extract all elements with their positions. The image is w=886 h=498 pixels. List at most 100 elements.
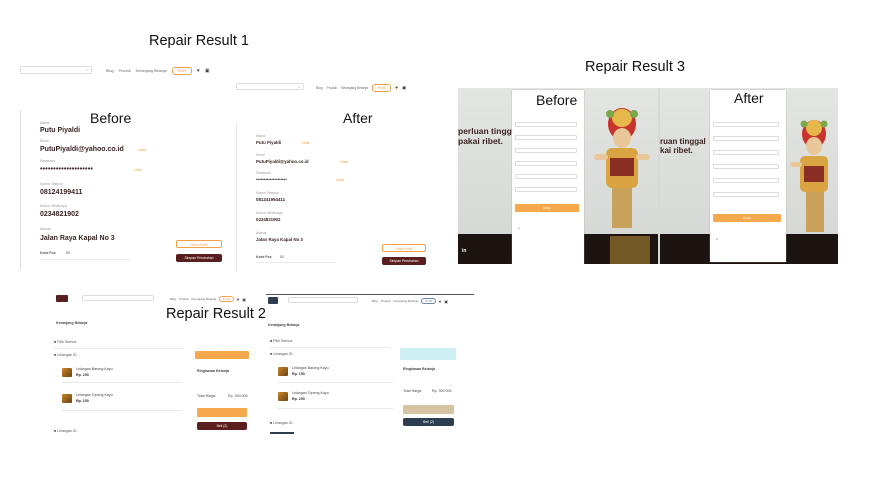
cart-icon[interactable]: ▣ bbox=[402, 85, 406, 91]
total-label: Total Harga bbox=[403, 389, 422, 393]
product-image-2[interactable] bbox=[62, 394, 72, 403]
nav-keranjang[interactable]: Keranjang Belanja bbox=[136, 69, 167, 73]
nav-blog[interactable]: Blog bbox=[316, 86, 323, 90]
store-row-2[interactable]: ■ Lelangan ID bbox=[270, 421, 293, 426]
form-field-6[interactable] bbox=[515, 187, 577, 192]
password-change-link[interactable]: Ubah bbox=[134, 168, 142, 172]
address-label: Alamat bbox=[40, 227, 51, 231]
product-name-1[interactable]: Lelangan Barong Kayu bbox=[76, 367, 113, 372]
profile-button[interactable]: Profil bbox=[372, 83, 392, 92]
nav-produk[interactable]: Produk bbox=[381, 299, 391, 303]
password-value: •••••••••••••••••••• bbox=[256, 177, 287, 182]
store-row[interactable]: ■ Lelangan ID bbox=[270, 352, 293, 357]
search-input[interactable]: ⌕ bbox=[20, 66, 92, 74]
r3-before-footer-text: in bbox=[462, 248, 467, 254]
voucher-button[interactable] bbox=[403, 405, 454, 414]
summary-title: Ringkasan Belanja bbox=[197, 369, 229, 373]
save-changes-button[interactable]: Simpan Perubahan bbox=[176, 254, 222, 262]
product-image-1[interactable] bbox=[278, 367, 288, 376]
product-price-2: Rp. 150 bbox=[292, 397, 305, 401]
edit-profile-button[interactable]: Ubah Profil bbox=[176, 240, 222, 248]
product-name-1[interactable]: Lelangan Barong Kayu bbox=[292, 366, 329, 371]
form-field-1[interactable] bbox=[713, 122, 779, 127]
postal-label: Kode Pos bbox=[256, 255, 272, 259]
form-field-3[interactable] bbox=[515, 148, 577, 153]
search-icon: ⌕ bbox=[85, 68, 88, 72]
promo-banner[interactable] bbox=[400, 348, 456, 360]
email-change-link[interactable]: Ubah bbox=[138, 148, 146, 152]
nav-bar: Blog Produk Keranjang Belanja Profil ♥ ▣ bbox=[316, 83, 406, 92]
form-field-4[interactable] bbox=[515, 161, 577, 166]
promo-banner[interactable] bbox=[195, 351, 249, 359]
form-field-2[interactable] bbox=[713, 136, 779, 141]
password-change-link[interactable]: Ubah bbox=[336, 178, 344, 182]
product-price-2: Rp. 150 bbox=[76, 399, 89, 403]
cart-icon[interactable]: ▣ bbox=[242, 297, 246, 302]
select-all-checkbox[interactable]: ■ Pilih Semua bbox=[54, 340, 77, 345]
profile-button[interactable]: Profil bbox=[171, 67, 192, 75]
search-input[interactable] bbox=[82, 295, 154, 301]
product-image-1[interactable] bbox=[62, 368, 72, 377]
name-value: Putu Piyaldi bbox=[40, 127, 81, 134]
name-change-link[interactable]: Ubah bbox=[302, 141, 310, 145]
logo bbox=[268, 297, 278, 304]
register-button[interactable]: Daftar bbox=[515, 204, 579, 212]
form-field-4[interactable] bbox=[713, 164, 779, 169]
heart-icon[interactable]: ♥ bbox=[395, 85, 398, 90]
form-field-6[interactable] bbox=[713, 192, 779, 197]
email-value: PutuPiyaldi@yahoo.co.id bbox=[256, 159, 309, 164]
nav-keranjang[interactable]: Keranjang Belanja bbox=[394, 299, 419, 303]
store-row[interactable]: ■ Lelangan ID bbox=[54, 353, 77, 358]
save-changes-button[interactable]: Simpan Perubahan bbox=[382, 257, 426, 265]
edit-profile-button[interactable]: Ubah Profil bbox=[382, 244, 426, 252]
register-button[interactable]: Daftar bbox=[713, 214, 781, 222]
heart-icon[interactable]: ♥ bbox=[237, 297, 239, 302]
profile-button[interactable]: Profil bbox=[219, 296, 234, 302]
cart-icon[interactable]: ▣ bbox=[205, 68, 210, 74]
r3-after-hero-text: ruan tinggal kai ribet. bbox=[660, 137, 706, 156]
divider bbox=[270, 347, 390, 348]
nav-bar: Blog Produk Keranjang Belanja Profil ♥ ▣ bbox=[372, 298, 448, 304]
search-input[interactable]: ⌕ bbox=[236, 83, 304, 90]
whatsapp-label: Nomor WhatsApp bbox=[256, 211, 283, 215]
select-all-label: Pilih Semua bbox=[57, 340, 77, 344]
left-divider bbox=[20, 110, 22, 270]
name-label: Nama bbox=[40, 121, 50, 125]
product-name-2[interactable]: Lelangan Topeng Kayu bbox=[292, 391, 329, 396]
nav-produk[interactable]: Produk bbox=[179, 297, 189, 301]
form-field-1[interactable] bbox=[515, 122, 577, 127]
checkout-button[interactable]: Beli (2) bbox=[197, 422, 247, 430]
form-field-3[interactable] bbox=[713, 150, 779, 155]
search-input[interactable] bbox=[288, 297, 358, 303]
form-footer-icon: ● bbox=[716, 237, 718, 241]
phone-label: Nomor Telepon bbox=[256, 191, 279, 195]
phone-label: Nomor Telepon bbox=[40, 182, 63, 186]
nav-blog[interactable]: Blog bbox=[170, 297, 176, 301]
form-field-5[interactable] bbox=[713, 178, 779, 183]
voucher-button[interactable] bbox=[197, 408, 247, 417]
nav-keranjang[interactable]: Keranjang Belanja bbox=[341, 86, 368, 90]
r2-after-screenshot: Blog Produk Keranjang Belanja Profil ♥ ▣… bbox=[266, 294, 474, 442]
heart-icon[interactable]: ♥ bbox=[197, 68, 200, 74]
cart-icon[interactable]: ▣ bbox=[444, 299, 448, 304]
heart-icon[interactable]: ♥ bbox=[439, 299, 441, 304]
product-image-2[interactable] bbox=[278, 392, 288, 401]
nav-blog[interactable]: Blog bbox=[106, 69, 114, 73]
store-row-2[interactable]: ■ Lelangan ID bbox=[54, 429, 77, 434]
nav-keranjang[interactable]: Keranjang Belanja bbox=[192, 297, 217, 301]
email-change-link[interactable]: Ubah bbox=[340, 160, 348, 164]
total-value: Rp. 300.000 bbox=[228, 394, 248, 398]
form-field-2[interactable] bbox=[515, 135, 577, 140]
profile-button[interactable]: Profil bbox=[421, 298, 436, 304]
summary-title: Ringkasan Belanja bbox=[403, 367, 435, 371]
nav-produk[interactable]: Produk bbox=[119, 69, 131, 73]
address-value: Jalan Raya Kapal No 3 bbox=[256, 237, 303, 242]
nav-produk[interactable]: Produk bbox=[327, 86, 337, 90]
nav-blog[interactable]: Blog bbox=[372, 299, 378, 303]
product-name-2[interactable]: Lelangan Topeng Kayu bbox=[76, 393, 113, 398]
page-title: Keranjang Belanja bbox=[268, 323, 300, 327]
form-field-5[interactable] bbox=[515, 174, 577, 179]
checkout-button[interactable]: Beli (2) bbox=[403, 418, 454, 426]
select-all-checkbox[interactable]: ■ Pilih Semua bbox=[270, 339, 292, 344]
top-border bbox=[266, 294, 474, 295]
